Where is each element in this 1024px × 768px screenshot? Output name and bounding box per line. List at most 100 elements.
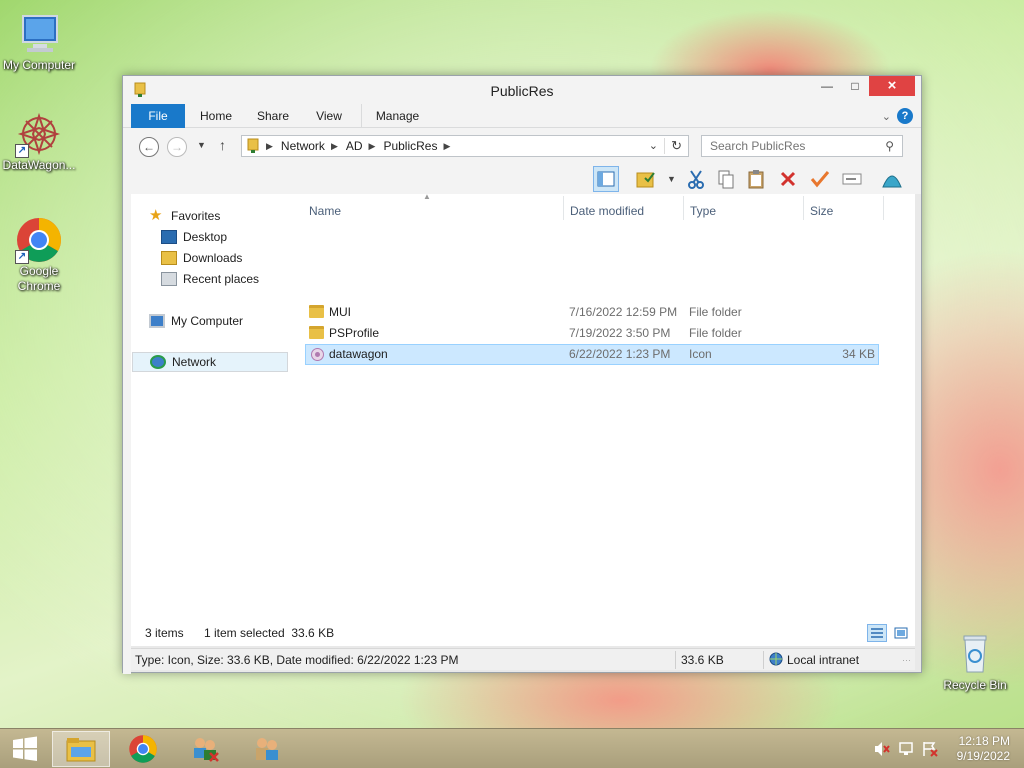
- search-icon[interactable]: ⚲: [885, 139, 894, 153]
- taskbar-chrome[interactable]: [114, 731, 172, 767]
- resize-grip-icon[interactable]: ⋯: [902, 655, 911, 666]
- column-header-size[interactable]: Size: [810, 204, 833, 218]
- column-divider[interactable]: [683, 196, 684, 220]
- datawagon-icon: ↗: [15, 110, 63, 158]
- volume-muted-icon[interactable]: [874, 741, 890, 757]
- chrome-icon: [129, 735, 157, 763]
- close-button[interactable]: ×: [869, 76, 915, 96]
- file-date: 7/16/2022 12:59 PM: [569, 305, 678, 319]
- file-row-datawagon[interactable]: datawagon 6/22/2022 1:23 PM Icon 34 KB: [305, 344, 879, 365]
- desktop-icon-google-chrome[interactable]: ↗ Google Chrome: [0, 216, 78, 294]
- title-bar[interactable]: PublicRes — □ ×: [123, 76, 921, 104]
- refresh-icon[interactable]: ↻: [664, 138, 682, 154]
- paste-button[interactable]: [743, 166, 769, 192]
- column-header-type[interactable]: Type: [690, 204, 716, 218]
- nav-recent-places[interactable]: Recent places: [161, 269, 317, 289]
- maximize-button[interactable]: □: [841, 76, 869, 96]
- column-header-name[interactable]: Name: [309, 204, 341, 218]
- copy-button[interactable]: [713, 166, 739, 192]
- tab-home[interactable]: Home: [191, 104, 241, 128]
- icon-file-icon: [310, 347, 325, 362]
- file-row-mui[interactable]: MUI 7/16/2022 12:59 PM File folder: [305, 302, 879, 323]
- file-size: 34 KB: [842, 347, 875, 361]
- chevron-right-icon[interactable]: ▶: [331, 141, 338, 152]
- start-button[interactable]: [0, 731, 50, 767]
- taskbar-app-users[interactable]: [238, 731, 296, 767]
- breadcrumb-publicres[interactable]: PublicRes: [383, 139, 437, 153]
- desktop-icon-datawagon[interactable]: ↗ DataWagon...: [0, 110, 78, 173]
- column-divider[interactable]: [563, 196, 564, 220]
- action-center-flag-icon[interactable]: [922, 741, 938, 757]
- nav-desktop[interactable]: Desktop: [161, 227, 317, 247]
- navigation-pane: ★ Favorites Desktop Downloads Recent pla…: [131, 194, 297, 614]
- expand-ribbon-icon[interactable]: ⌄: [882, 110, 891, 123]
- chevron-right-icon[interactable]: ▶: [443, 141, 450, 152]
- file-row-psprofile[interactable]: PSProfile 7/19/2022 3:50 PM File folder: [305, 323, 879, 344]
- taskbar-app-network-users[interactable]: [176, 731, 234, 767]
- desktop-icon-recycle-bin[interactable]: Recycle Bin: [936, 630, 1014, 693]
- forward-button[interactable]: →: [167, 137, 187, 157]
- recent-places-icon: [161, 272, 177, 286]
- file-list: ▲ Name Date modified Type Size MUI 7/16/…: [303, 192, 915, 614]
- delete-button[interactable]: [775, 166, 801, 192]
- desktop-icon: [161, 230, 177, 244]
- tab-manage[interactable]: Manage: [361, 104, 433, 128]
- help-icon[interactable]: ?: [897, 108, 913, 124]
- new-folder-button[interactable]: [633, 166, 659, 192]
- computer-icon: [15, 10, 63, 58]
- file-explorer-icon: [66, 738, 96, 762]
- computer-icon: [149, 314, 165, 328]
- quick-toolbar: ▼: [123, 164, 921, 194]
- column-header-date-modified[interactable]: Date modified: [570, 204, 644, 218]
- tab-view[interactable]: View: [305, 104, 353, 128]
- rename-icon: [842, 173, 862, 185]
- nav-my-computer[interactable]: My Computer: [149, 311, 305, 331]
- back-button[interactable]: ←: [139, 137, 159, 157]
- tab-share[interactable]: Share: [247, 104, 299, 128]
- taskbar-file-explorer[interactable]: [52, 731, 110, 767]
- breadcrumb-ad[interactable]: AD: [346, 139, 363, 153]
- cut-button[interactable]: [683, 166, 709, 192]
- nav-network[interactable]: Network: [132, 352, 288, 372]
- nav-downloads[interactable]: Downloads: [161, 248, 317, 268]
- details-view-button[interactable]: [867, 624, 887, 642]
- clock-date: 9/19/2022: [956, 749, 1010, 763]
- desktop-icon-my-computer[interactable]: My Computer: [0, 10, 78, 73]
- folder-icon: [309, 305, 324, 318]
- status-size: 33.6 KB: [681, 653, 724, 667]
- shell-button[interactable]: [879, 166, 905, 192]
- properties-button[interactable]: [807, 166, 833, 192]
- search-input[interactable]: [702, 136, 872, 156]
- shortcut-arrow-icon: ↗: [15, 250, 29, 264]
- tab-file[interactable]: File: [131, 104, 185, 128]
- file-type: Icon: [689, 347, 712, 361]
- rename-button[interactable]: [839, 166, 865, 192]
- breadcrumb-network[interactable]: Network: [281, 139, 325, 153]
- dropdown-arrow-icon[interactable]: ▼: [667, 174, 676, 184]
- downloads-icon: [161, 251, 177, 265]
- chevron-right-icon[interactable]: ▶: [369, 141, 376, 152]
- nav-favorites[interactable]: ★ Favorites: [149, 206, 305, 226]
- address-bar[interactable]: ▶ Network ▶ AD ▶ PublicRes ▶ ⌄ ↻: [241, 135, 689, 157]
- address-dropdown-icon[interactable]: ⌄: [649, 139, 658, 152]
- delete-x-icon: [780, 171, 796, 187]
- up-button[interactable]: ↑: [219, 137, 226, 153]
- status-bar: Type: Icon, Size: 33.6 KB, Date modified…: [131, 648, 915, 670]
- status-divider: [675, 651, 676, 669]
- minimize-button[interactable]: —: [813, 76, 841, 96]
- preview-pane-button[interactable]: [593, 166, 619, 192]
- column-divider[interactable]: [883, 196, 884, 220]
- recent-locations-icon[interactable]: ▼: [197, 140, 206, 150]
- clock[interactable]: 12:18 PM 9/19/2022: [957, 734, 1010, 764]
- users-network-icon: [194, 738, 219, 762]
- chevron-right-icon: ▶: [266, 140, 273, 151]
- large-icons-view-button[interactable]: [891, 624, 911, 642]
- search-box[interactable]: ⚲: [701, 135, 903, 157]
- file-date: 7/19/2022 3:50 PM: [569, 326, 671, 340]
- column-divider[interactable]: [803, 196, 804, 220]
- preview-pane-icon: [597, 171, 615, 187]
- file-name: datawagon: [329, 347, 388, 361]
- large-icons-view-icon: [894, 627, 908, 639]
- network-status-icon[interactable]: [898, 741, 914, 757]
- sort-ascending-icon: ▲: [423, 192, 431, 201]
